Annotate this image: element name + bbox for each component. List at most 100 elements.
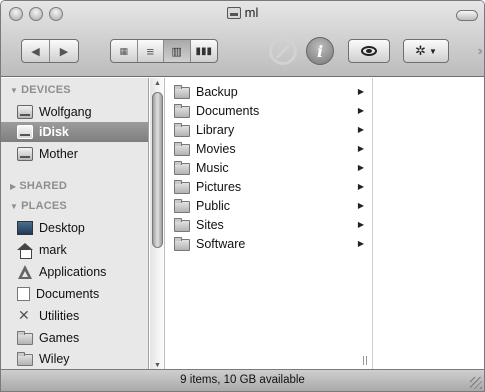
sidebar-item-label: Mother: [39, 147, 78, 161]
window-title: ml: [1, 5, 484, 20]
folder-icon: [174, 179, 190, 194]
disclosure-arrow-icon: ▶: [357, 125, 364, 134]
list-item[interactable]: Public ▶: [166, 196, 373, 215]
home-icon: [17, 243, 33, 259]
idisk-icon: [226, 6, 241, 19]
list-item[interactable]: Backup ▶: [166, 82, 373, 101]
list-item[interactable]: Software ▶: [166, 234, 373, 253]
sidebar-item-label: Applications: [39, 265, 107, 279]
column-view-icon: ▥: [171, 45, 182, 58]
prohibited-icon: [269, 37, 297, 65]
sidebar-item-idisk[interactable]: iDisk: [1, 122, 148, 142]
sidebar-item-wiley[interactable]: Wiley: [1, 349, 148, 369]
back-forward-control: ◀ ▶: [21, 39, 79, 63]
desktop-icon: [17, 221, 33, 235]
disclosure-arrow-icon: ▶: [357, 87, 364, 96]
status-text: 9 items, 10 GB available: [180, 374, 305, 386]
chevron-down-icon: ▼: [428, 46, 437, 56]
view-mode-control: ▦ ≡ ▥ ▮▮▮: [110, 39, 218, 63]
applications-icon: [17, 265, 33, 279]
folder-icon: [174, 141, 190, 156]
folder-name: Public: [196, 198, 231, 213]
coverflow-view-icon: ▮▮▮: [195, 45, 212, 57]
sidebar: ▼ DEVICES Wolfgang iDisk Mother ▶ SHARED ▼…: [1, 78, 149, 371]
list-item[interactable]: Documents ▶: [166, 101, 373, 120]
action-menu-button[interactable]: ✲ ▼: [403, 39, 449, 63]
sidebar-item-label: Wolfgang: [39, 105, 92, 119]
icon-view-icon: ▦: [119, 45, 128, 56]
list-item[interactable]: Movies ▶: [166, 139, 373, 158]
document-icon: [17, 287, 30, 301]
eye-icon: [361, 46, 377, 56]
titlebar: ml ◀ ▶ ▦ ≡ ▥ ▮▮▮ i ✲ ▼ ››: [1, 1, 484, 77]
icon-view-button[interactable]: ▦: [111, 40, 138, 62]
folder-name: Sites: [196, 217, 224, 232]
column-resize-handle[interactable]: [363, 356, 367, 365]
quick-look-button[interactable]: [348, 39, 390, 63]
window-title-text: ml: [244, 5, 259, 20]
disclosure-arrow-icon: ▶: [357, 144, 364, 153]
folder-name: Music: [196, 160, 229, 175]
disclosure-expanded-icon: ▼: [10, 86, 19, 95]
sidebar-item-label: Utilities: [39, 309, 80, 323]
drive-icon: [17, 147, 33, 161]
list-view-button[interactable]: ≡: [138, 40, 164, 62]
sidebar-item-label: Documents: [36, 287, 100, 301]
sidebar-item-mother[interactable]: Mother: [1, 144, 148, 164]
sidebar-item-label: iDisk: [39, 125, 69, 139]
finder-window: ml ◀ ▶ ▦ ≡ ▥ ▮▮▮ i ✲ ▼ ›› ▼ DEVICES Wolf…: [0, 0, 485, 392]
folder-name: Documents: [196, 103, 260, 118]
folder-icon: [174, 122, 190, 137]
folder-icon: [17, 352, 33, 366]
window-resize-grip[interactable]: [470, 377, 482, 389]
sidebar-item-desktop[interactable]: Desktop: [1, 218, 148, 238]
get-info-button[interactable]: i: [306, 37, 334, 65]
disclosure-collapsed-icon: ▶: [10, 182, 17, 191]
scroll-down-icon[interactable]: ▼: [154, 362, 161, 369]
list-item[interactable]: Library ▶: [166, 120, 373, 139]
disclosure-arrow-icon: ▶: [357, 239, 364, 248]
scroll-up-icon[interactable]: ▲: [154, 80, 161, 87]
utilities-icon: [17, 307, 33, 324]
folder-icon: [17, 331, 33, 345]
list-view-icon: ≡: [146, 43, 155, 59]
column-view-pane: Backup ▶ Documents ▶ Library ▶ Movies ▶ …: [166, 78, 373, 371]
disclosure-arrow-icon: ▶: [357, 106, 364, 115]
sidebar-item-label: mark: [39, 243, 67, 257]
folder-name: Movies: [196, 141, 236, 156]
sidebar-section-devices[interactable]: ▼ DEVICES: [10, 84, 71, 96]
toolbar-toggle-button[interactable]: [456, 10, 478, 21]
sidebar-item-wolfgang[interactable]: Wolfgang: [1, 102, 148, 122]
sidebar-section-places[interactable]: ▼ PLACES: [10, 200, 67, 212]
empty-column-pane: [374, 78, 484, 371]
folder-icon: [174, 236, 190, 251]
info-icon: i: [316, 41, 324, 61]
folder-name: Backup: [196, 84, 238, 99]
list-item[interactable]: Sites ▶: [166, 215, 373, 234]
forward-arrow-icon: ▶: [59, 45, 69, 58]
sidebar-item-mark[interactable]: mark: [1, 240, 148, 260]
folder-icon: [174, 103, 190, 118]
back-button[interactable]: ◀: [22, 40, 51, 62]
list-item[interactable]: Pictures ▶: [166, 177, 373, 196]
drive-icon: [17, 105, 33, 119]
folder-name: Pictures: [196, 179, 242, 194]
sidebar-section-shared[interactable]: ▶ SHARED: [10, 180, 67, 192]
toolbar-overflow-icon[interactable]: ››: [477, 43, 482, 58]
sidebar-scrollbar[interactable]: ▲ ▼: [150, 78, 165, 371]
sidebar-item-applications[interactable]: Applications: [1, 262, 148, 282]
sidebar-item-documents[interactable]: Documents: [1, 284, 148, 304]
scrollbar-thumb[interactable]: [152, 92, 163, 248]
forward-button[interactable]: ▶: [50, 40, 78, 62]
sidebar-item-games[interactable]: Games: [1, 328, 148, 348]
sidebar-item-label: Games: [39, 331, 80, 345]
disclosure-arrow-icon: ▶: [357, 182, 364, 191]
coverflow-view-button[interactable]: ▮▮▮: [191, 40, 217, 62]
disclosure-arrow-icon: ▶: [357, 201, 364, 210]
column-view-button[interactable]: ▥: [164, 40, 191, 62]
gear-icon: ✲: [415, 43, 426, 58]
sidebar-item-utilities[interactable]: Utilities: [1, 306, 148, 326]
list-item[interactable]: Music ▶: [166, 158, 373, 177]
sidebar-item-label: Desktop: [39, 221, 85, 235]
folder-name: Software: [196, 236, 246, 251]
